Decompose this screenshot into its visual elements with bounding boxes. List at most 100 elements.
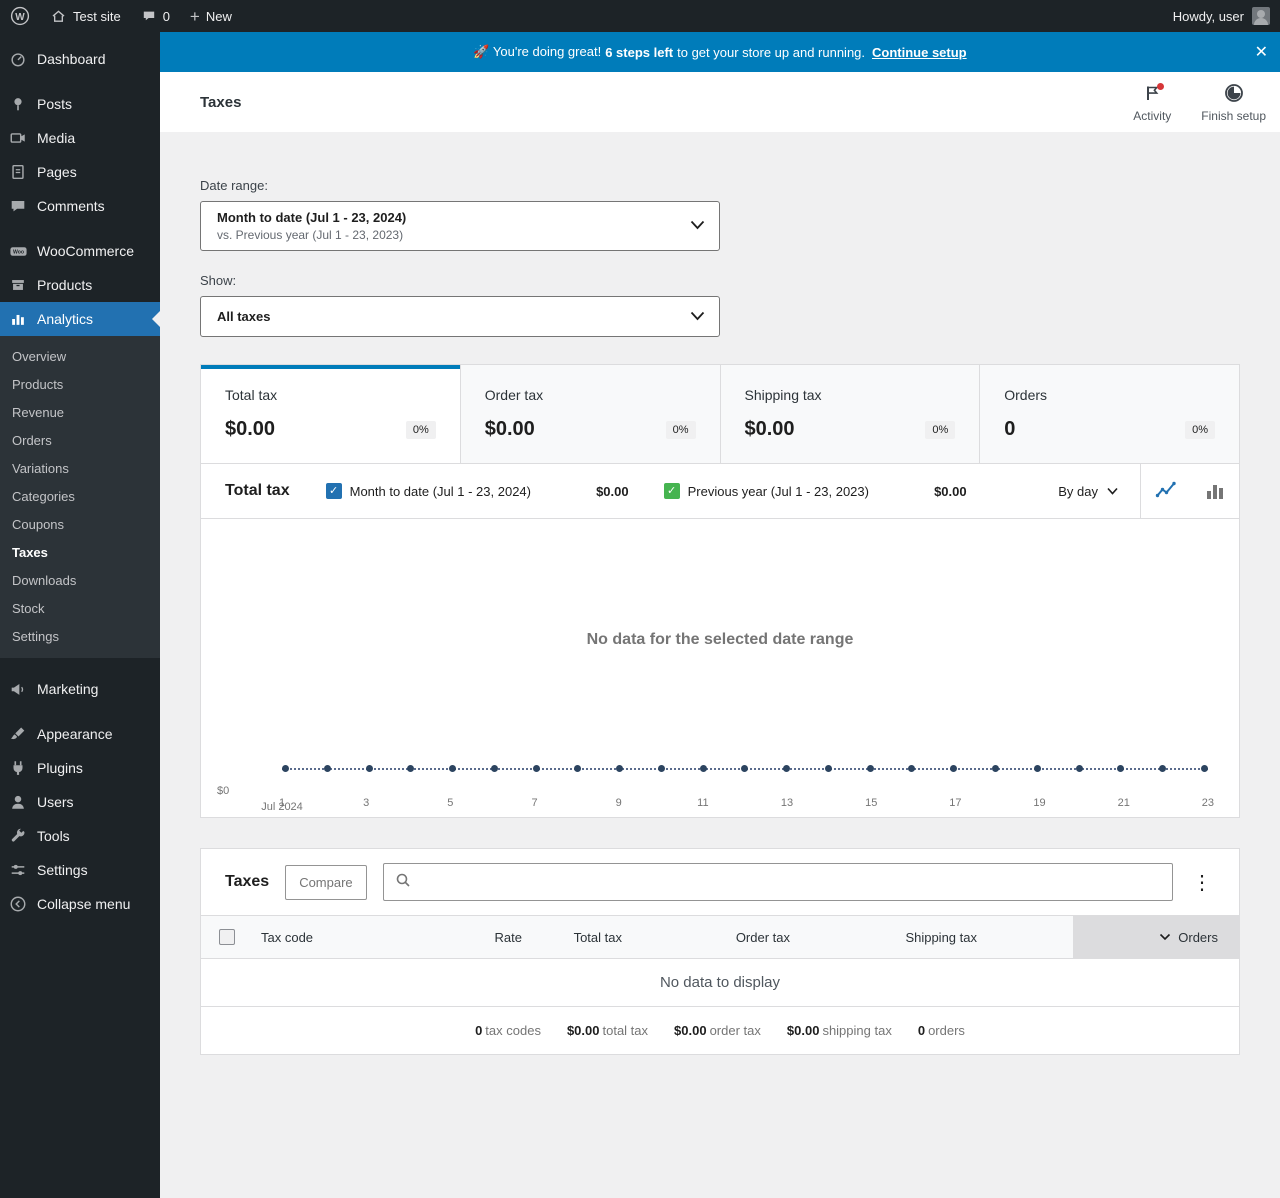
admin-bar-left: W Test site 0 + New <box>0 0 242 32</box>
sidebar-item-media[interactable]: Media <box>0 121 160 155</box>
continue-setup-link[interactable]: Continue setup <box>872 45 967 60</box>
submenu-item-coupons[interactable]: Coupons <box>0 511 160 539</box>
sidebar-item-settings[interactable]: Settings <box>0 853 160 887</box>
submenu-item-products[interactable]: Products <box>0 371 160 399</box>
interval-value: By day <box>1058 483 1098 499</box>
column-header-tax-code[interactable]: Tax code <box>249 916 422 958</box>
legend-previous-period[interactable]: ✓ Previous year (Jul 1 - 23, 2023) $0.00 <box>663 483 967 499</box>
submenu-item-downloads[interactable]: Downloads <box>0 567 160 595</box>
banner-steps-left: 6 steps left <box>605 44 674 60</box>
summary-cards: Total tax $0.00 0% Order tax $0.00 0% Sh… <box>200 364 1240 464</box>
new-content-menu[interactable]: + New <box>180 0 242 32</box>
search-input[interactable] <box>418 874 1161 890</box>
wordpress-logo-menu[interactable]: W <box>0 0 40 32</box>
line-chart-button[interactable] <box>1141 464 1190 518</box>
sidebar-item-label: Users <box>37 794 74 810</box>
svg-text:W: W <box>15 12 25 23</box>
sidebar-item-collapse-menu[interactable]: Collapse menu <box>0 887 160 921</box>
bar-chart-button[interactable] <box>1190 464 1239 518</box>
legend-value: $0.00 <box>596 483 629 499</box>
summary-card-order-tax[interactable]: Order tax $0.00 0% <box>459 365 720 463</box>
date-range-dropdown[interactable]: Month to date (Jul 1 - 23, 2024) vs. Pre… <box>200 201 720 251</box>
comments-count: 0 <box>162 8 170 24</box>
submenu-item-orders[interactable]: Orders <box>0 427 160 455</box>
chart-body: No data for the selected date range $0 1… <box>201 519 1239 817</box>
submenu-item-settings[interactable]: Settings <box>0 623 160 651</box>
sidebar-item-products[interactable]: Products <box>0 268 160 302</box>
column-header-shipping-tax[interactable]: Shipping tax <box>790 916 1073 958</box>
submenu-item-revenue[interactable]: Revenue <box>0 399 160 427</box>
comment-bubble-icon <box>141 8 157 24</box>
banner-text: 🚀 You're doing great! <box>473 44 602 59</box>
sidebar-item-label: Tools <box>37 828 70 844</box>
column-header-orders-sorted[interactable]: Orders <box>1073 916 1239 958</box>
card-value: $0.00 <box>225 418 276 440</box>
show-dropdown[interactable]: All taxes <box>200 296 720 337</box>
sidebar-item-analytics[interactable]: Analytics <box>0 302 160 336</box>
column-header-order-tax[interactable]: Order tax <box>622 916 790 958</box>
sidebar-item-posts[interactable]: Posts <box>0 87 160 121</box>
kebab-menu-icon[interactable]: ⋮ <box>1189 870 1215 895</box>
user-avatar[interactable] <box>1252 7 1270 25</box>
card-delta-badge: 0% <box>925 420 956 439</box>
line-chart-icon <box>1155 481 1176 498</box>
sidebar-item-label: Marketing <box>37 681 99 697</box>
search-icon <box>395 872 411 893</box>
interval-select[interactable]: By day <box>1058 484 1140 499</box>
pushpin-icon <box>8 94 28 114</box>
checkbox-checked-icon[interactable]: ✓ <box>325 483 342 499</box>
checkbox-checked-icon[interactable]: ✓ <box>663 483 680 499</box>
sidebar-item-label: Settings <box>37 862 88 878</box>
chart-header: Total tax ✓ Month to date (Jul 1 - 23, 2… <box>201 464 1239 519</box>
total-shipping-tax: $0.00 shipping tax <box>786 1023 892 1038</box>
compare-button[interactable]: Compare <box>285 864 367 900</box>
card-label: Total tax <box>225 387 278 403</box>
howdy-text[interactable]: Howdy, user <box>1173 9 1244 24</box>
taxes-table-section: Taxes Compare ⋮ Tax code Rate Total tax <box>200 848 1240 1055</box>
submenu-item-taxes[interactable]: Taxes <box>0 539 160 567</box>
column-header-total-tax[interactable]: Total tax <box>522 916 622 958</box>
submenu-item-categories[interactable]: Categories <box>0 483 160 511</box>
submenu-item-stock[interactable]: Stock <box>0 595 160 623</box>
admin-sidebar: Dashboard Posts Media Pages Comments Woo <box>0 32 160 1198</box>
finish-setup-button[interactable]: Finish setup <box>1201 81 1266 123</box>
sidebar-item-dashboard[interactable]: Dashboard <box>0 42 160 76</box>
select-all-checkbox[interactable] <box>201 916 249 958</box>
activity-label: Activity <box>1133 109 1172 123</box>
collapse-icon <box>8 894 28 914</box>
site-name-link[interactable]: Test site <box>40 0 131 32</box>
close-icon[interactable]: ✕ <box>1250 32 1273 72</box>
y-axis-zero-label: $0 <box>217 785 230 797</box>
summary-card-shipping-tax[interactable]: Shipping tax $0.00 0% <box>719 365 980 463</box>
sidebar-item-pages[interactable]: Pages <box>0 155 160 189</box>
column-header-rate[interactable]: Rate <box>422 916 522 958</box>
table-title: Taxes <box>225 873 270 890</box>
chart-title: Total tax <box>225 482 290 499</box>
sidebar-item-label: Comments <box>37 198 105 214</box>
legend-current-period[interactable]: ✓ Month to date (Jul 1 - 23, 2024) $0.00 <box>325 483 629 499</box>
card-label: Shipping tax <box>744 387 822 403</box>
menu-separator <box>0 76 160 87</box>
sidebar-item-tools[interactable]: Tools <box>0 819 160 853</box>
activity-button[interactable]: Activity <box>1133 81 1171 123</box>
sidebar-item-marketing[interactable]: Marketing <box>0 672 160 706</box>
sidebar-item-plugins[interactable]: Plugins <box>0 751 160 785</box>
chart-zero-line <box>282 765 1208 772</box>
sidebar-item-appearance[interactable]: Appearance <box>0 717 160 751</box>
summary-card-orders[interactable]: Orders 0 0% <box>979 365 1239 463</box>
svg-text:Woo: Woo <box>12 249 23 255</box>
card-delta-badge: 0% <box>1185 420 1215 439</box>
admin-bar: W Test site 0 + New Howdy, user <box>0 0 1280 32</box>
submenu-item-overview[interactable]: Overview <box>0 343 160 371</box>
table-totals-row: 0 tax codes $0.00 total tax $0.00 order tax… <box>201 1006 1239 1054</box>
sidebar-item-comments[interactable]: Comments <box>0 189 160 223</box>
summary-card-total-tax[interactable]: Total tax $0.00 0% <box>201 365 460 463</box>
dashboard-icon <box>8 49 28 69</box>
submenu-item-variations[interactable]: Variations <box>0 455 160 483</box>
sidebar-item-users[interactable]: Users <box>0 785 160 819</box>
screen: W Test site 0 + New Howdy, user Dashboar… <box>0 0 1280 1198</box>
search-box[interactable] <box>382 863 1173 901</box>
user-icon <box>8 792 28 812</box>
comments-shortcut[interactable]: 0 <box>131 0 180 32</box>
sidebar-item-woocommerce[interactable]: Woo WooCommerce <box>0 234 160 268</box>
